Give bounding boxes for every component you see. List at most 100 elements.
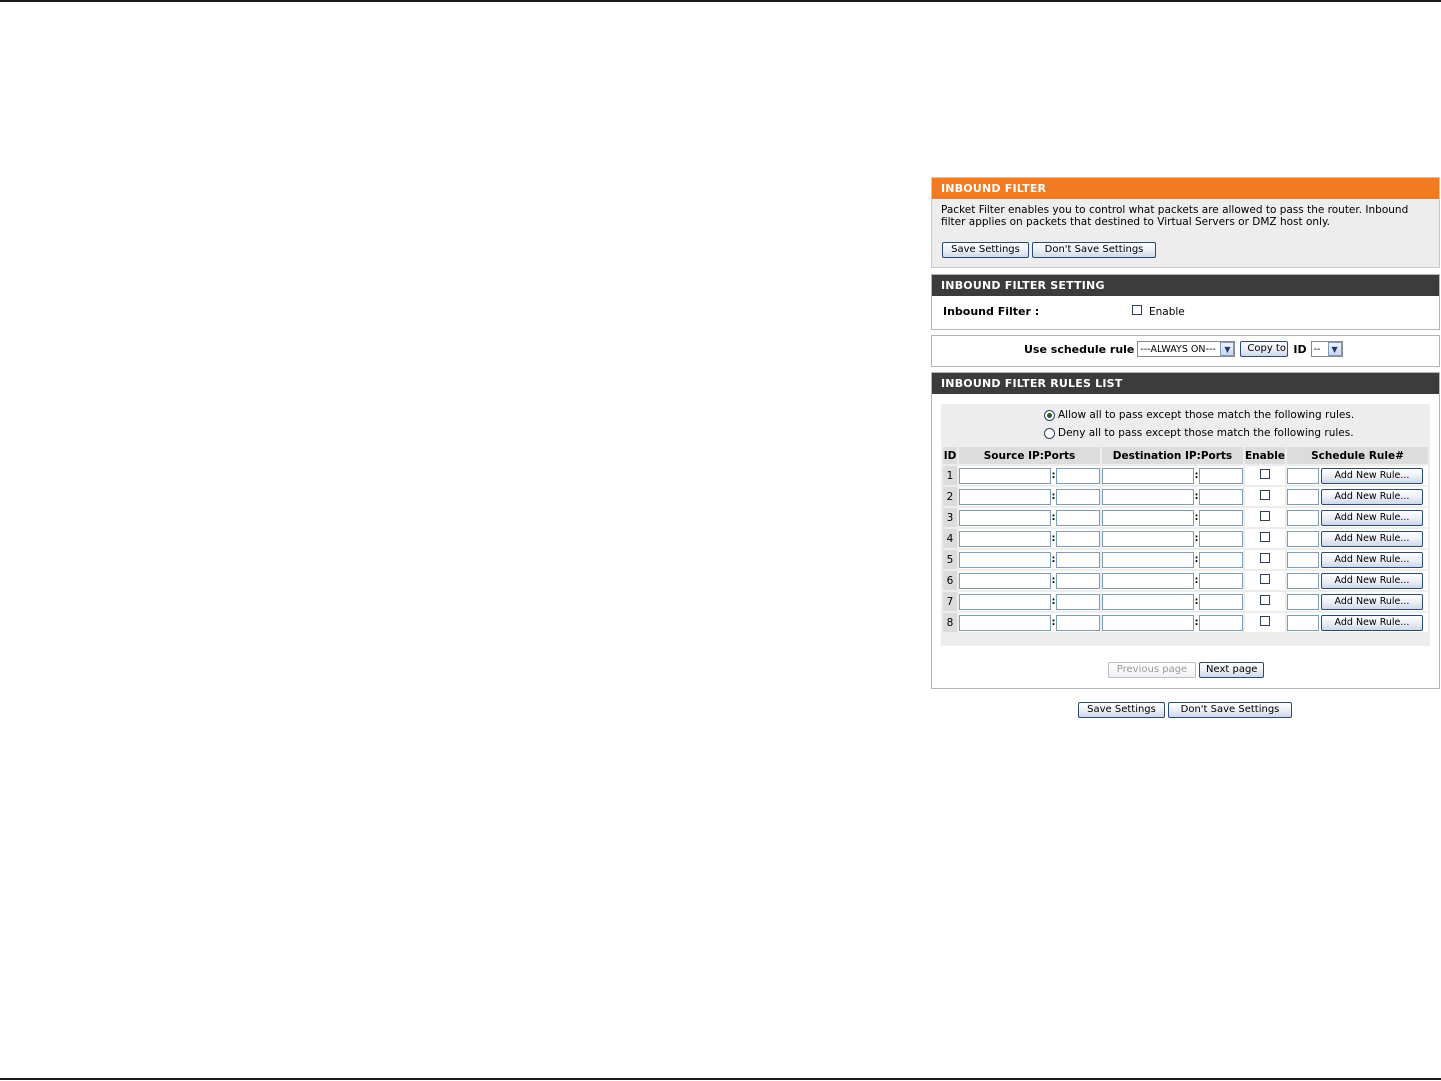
rule-enable-checkbox[interactable] (1260, 574, 1270, 584)
source-ip-input[interactable] (959, 488, 1051, 505)
copy-to-button[interactable]: Copy to (1240, 341, 1289, 357)
save-settings-button[interactable]: Save Settings (942, 242, 1029, 258)
destination-port-input[interactable] (1199, 488, 1243, 505)
schedule-rule-input[interactable] (1287, 488, 1319, 505)
rule-id: 5 (943, 550, 957, 569)
destination-ip-input[interactable] (1102, 509, 1194, 526)
id-select-value: -- (1313, 343, 1321, 355)
allow-option[interactable]: Allow all to pass except those match the… (1044, 409, 1354, 421)
id-select[interactable]: -- ▼ (1310, 341, 1343, 357)
deny-radio[interactable] (1044, 427, 1055, 439)
previous-page-button[interactable]: Previous page (1108, 662, 1196, 678)
destination-ip-input[interactable] (1102, 530, 1194, 547)
rule-enable-checkbox[interactable] (1260, 595, 1270, 605)
source-ip-input[interactable] (959, 530, 1051, 547)
destination-port-input[interactable] (1199, 593, 1243, 610)
schedule-rule-input[interactable] (1287, 509, 1319, 526)
schedule-cell: Add New Rule... (1287, 487, 1428, 506)
destination-port-input[interactable] (1199, 509, 1243, 526)
rules-table: ID Source IP:Ports Destination IP:Ports … (941, 445, 1430, 634)
bottom-rule (0, 1078, 1441, 1080)
rules-table-header: ID Source IP:Ports Destination IP:Ports … (943, 447, 1428, 464)
schedule-rule-input[interactable] (1287, 551, 1319, 568)
rule-id: 4 (943, 529, 957, 548)
schedule-cell: Add New Rule... (1287, 508, 1428, 527)
table-row: 4:: Add New Rule... (943, 529, 1428, 548)
add-new-rule-button[interactable]: Add New Rule... (1321, 614, 1423, 631)
schedule-rule-input[interactable] (1287, 467, 1319, 484)
source-port-input[interactable] (1056, 593, 1100, 610)
source-port-input[interactable] (1056, 488, 1100, 505)
schedule-rule-input[interactable] (1287, 593, 1319, 610)
col-destination: Destination IP:Ports (1102, 447, 1243, 464)
source-cell: : (959, 550, 1100, 569)
add-new-rule-button[interactable]: Add New Rule... (1321, 593, 1423, 610)
source-ip-input[interactable] (959, 572, 1051, 589)
table-row: 1:: Add New Rule... (943, 466, 1428, 485)
destination-port-input[interactable] (1199, 572, 1243, 589)
deny-option[interactable]: Deny all to pass except those match the … (1044, 427, 1354, 439)
destination-ip-input[interactable] (1102, 467, 1194, 484)
schedule-rule-input[interactable] (1287, 530, 1319, 547)
source-ip-input[interactable] (959, 593, 1051, 610)
add-new-rule-button[interactable]: Add New Rule... (1321, 572, 1423, 589)
enable-cell (1245, 592, 1285, 611)
add-new-rule-button[interactable]: Add New Rule... (1321, 467, 1423, 484)
source-ip-input[interactable] (959, 509, 1051, 526)
destination-cell: : (1102, 508, 1243, 527)
destination-ip-input[interactable] (1102, 572, 1194, 589)
chevron-down-icon: ▼ (1220, 342, 1235, 356)
destination-port-input[interactable] (1199, 467, 1243, 484)
inbound-filter-panel: INBOUND FILTER Packet Filter enables you… (931, 177, 1440, 268)
source-port-input[interactable] (1056, 530, 1100, 547)
source-cell: : (959, 466, 1100, 485)
rule-enable-checkbox[interactable] (1260, 511, 1270, 521)
destination-ip-input[interactable] (1102, 488, 1194, 505)
destination-cell: : (1102, 613, 1243, 632)
dont-save-settings-button[interactable]: Don't Save Settings (1032, 242, 1156, 258)
add-new-rule-button[interactable]: Add New Rule... (1321, 530, 1423, 547)
inbound-filter-label: Inbound Filter : (943, 305, 1040, 318)
source-cell: : (959, 613, 1100, 632)
source-port-input[interactable] (1056, 509, 1100, 526)
destination-port-input[interactable] (1199, 614, 1243, 631)
allow-radio[interactable] (1044, 409, 1055, 421)
destination-cell: : (1102, 487, 1243, 506)
destination-port-input[interactable] (1199, 551, 1243, 568)
table-row: 8:: Add New Rule... (943, 613, 1428, 632)
destination-ip-input[interactable] (1102, 551, 1194, 568)
destination-port-input[interactable] (1199, 530, 1243, 547)
schedule-rule-select[interactable]: ---ALWAYS ON--- ▼ (1137, 341, 1236, 357)
source-port-input[interactable] (1056, 551, 1100, 568)
schedule-rule-input[interactable] (1287, 614, 1319, 631)
source-ip-input[interactable] (959, 467, 1051, 484)
bottom-dont-save-settings-button[interactable]: Don't Save Settings (1168, 702, 1292, 718)
inbound-filter-enable-checkbox[interactable] (1132, 305, 1142, 315)
rule-enable-checkbox[interactable] (1260, 469, 1270, 479)
rule-enable-checkbox[interactable] (1260, 532, 1270, 542)
source-cell: : (959, 571, 1100, 590)
rule-enable-checkbox[interactable] (1260, 490, 1270, 500)
rule-enable-checkbox[interactable] (1260, 553, 1270, 563)
enable-label: Enable (1149, 306, 1185, 318)
pager: Previous page Next page (1108, 662, 1267, 678)
source-ip-input[interactable] (959, 614, 1051, 631)
source-port-input[interactable] (1056, 467, 1100, 484)
rule-enable-checkbox[interactable] (1260, 616, 1270, 626)
col-schedule: Schedule Rule# (1287, 447, 1428, 464)
bottom-save-settings-button[interactable]: Save Settings (1078, 702, 1165, 718)
next-page-button[interactable]: Next page (1199, 662, 1264, 678)
add-new-rule-button[interactable]: Add New Rule... (1321, 509, 1423, 526)
destination-ip-input[interactable] (1102, 593, 1194, 610)
source-ip-input[interactable] (959, 551, 1051, 568)
add-new-rule-button[interactable]: Add New Rule... (1321, 551, 1423, 568)
enable-cell (1245, 508, 1285, 527)
schedule-rule-input[interactable] (1287, 572, 1319, 589)
table-row: 5:: Add New Rule... (943, 550, 1428, 569)
schedule-rule-label: Use schedule rule (1024, 342, 1135, 356)
col-enable: Enable (1245, 447, 1285, 464)
source-port-input[interactable] (1056, 572, 1100, 589)
add-new-rule-button[interactable]: Add New Rule... (1321, 488, 1423, 505)
source-port-input[interactable] (1056, 614, 1100, 631)
destination-ip-input[interactable] (1102, 614, 1194, 631)
